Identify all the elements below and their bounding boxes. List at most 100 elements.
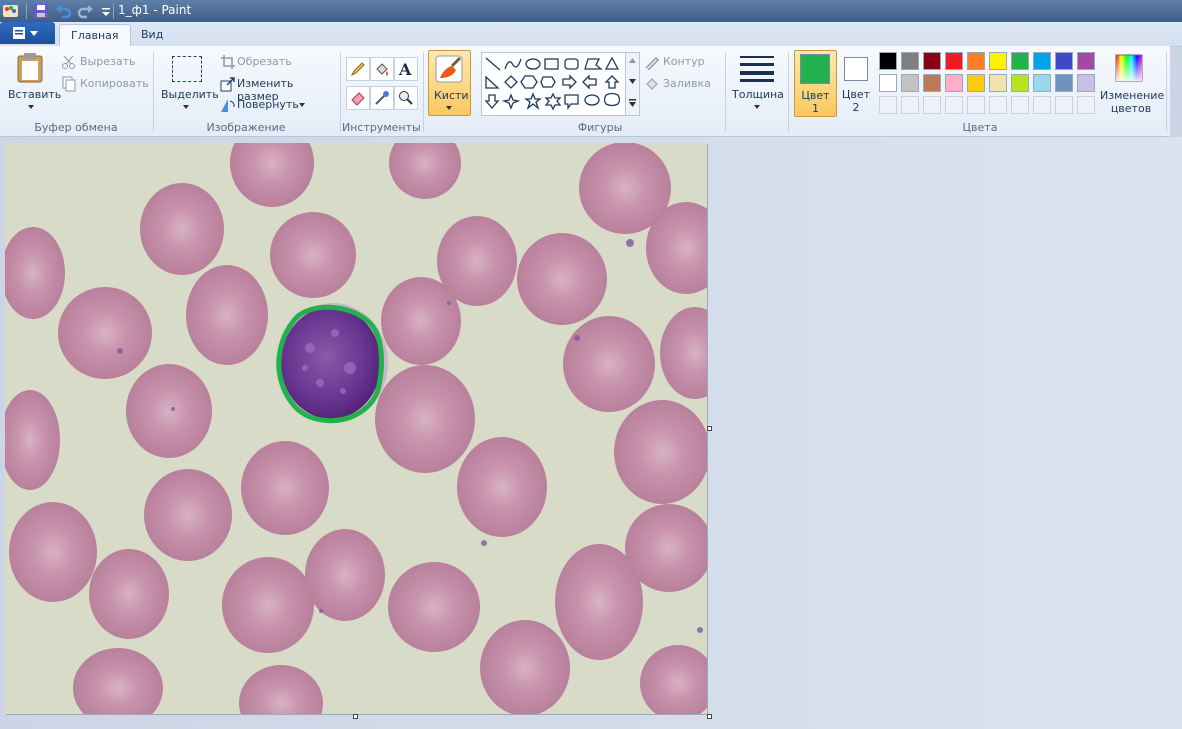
palette-empty-swatch[interactable] <box>989 96 1007 114</box>
resize-button[interactable]: Изменить размер <box>220 76 335 103</box>
palette-swatch[interactable] <box>1055 52 1073 70</box>
palette-empty-swatch[interactable] <box>1011 96 1029 114</box>
color-spectrum-icon <box>1115 54 1143 82</box>
window-title: 1_ф1 - Paint <box>118 3 192 17</box>
paste-label: Вставить <box>8 88 62 101</box>
undo-icon[interactable] <box>55 3 71 19</box>
outline-button[interactable]: Контур <box>644 54 720 70</box>
edit-colors-label: Изменение цветов <box>1100 89 1165 115</box>
shapes-icons <box>484 56 621 111</box>
palette-swatch[interactable] <box>879 74 897 92</box>
colors-group-label: Цвета <box>962 121 998 134</box>
copy-label: Копировать <box>80 77 149 90</box>
resize-handle-right[interactable] <box>707 426 712 431</box>
palette-swatch[interactable] <box>901 52 919 70</box>
group-separator <box>725 52 726 132</box>
palette-swatch[interactable] <box>989 74 1007 92</box>
drawing-canvas[interactable] <box>5 143 707 714</box>
paint-app-icon <box>3 5 18 17</box>
palette-swatch[interactable] <box>945 52 963 70</box>
palette-swatch[interactable] <box>1077 52 1095 70</box>
redo-icon[interactable] <box>78 3 94 19</box>
pencil-tool-button[interactable] <box>346 57 370 81</box>
text-tool-button[interactable]: A <box>394 57 418 81</box>
palette-swatch[interactable] <box>1011 74 1029 92</box>
color2-label: Цвет 2 <box>841 88 871 114</box>
palette-swatch[interactable] <box>1055 74 1073 92</box>
palette-empty-swatch[interactable] <box>1033 96 1051 114</box>
palette-swatch[interactable] <box>1077 74 1095 92</box>
eraser-tool-button[interactable] <box>346 86 370 110</box>
palette-empty-swatch[interactable] <box>923 96 941 114</box>
resize-handle-bottom[interactable] <box>353 714 358 719</box>
scroll-down-icon <box>629 79 636 84</box>
color1-button[interactable]: Цвет 1 <box>794 50 837 117</box>
clipboard-icon <box>17 53 43 83</box>
palette-swatch[interactable] <box>901 74 919 92</box>
palette-swatch[interactable] <box>879 52 897 70</box>
resize-handle-corner[interactable] <box>707 714 712 719</box>
palette-empty-swatch[interactable] <box>967 96 985 114</box>
rotate-button[interactable]: Повернуть <box>220 97 310 113</box>
color-picker-tool-button[interactable] <box>370 86 394 110</box>
copy-button[interactable]: Копировать <box>61 76 151 92</box>
fill-button[interactable]: Заливка <box>644 76 720 92</box>
palette-empty-swatch[interactable] <box>1077 96 1095 114</box>
palette-empty-swatch[interactable] <box>1055 96 1073 114</box>
palette-swatch[interactable] <box>923 52 941 70</box>
scroll-up-icon <box>629 58 636 63</box>
palette-swatch[interactable] <box>945 74 963 92</box>
group-separator <box>340 52 341 132</box>
palette-empty-swatch[interactable] <box>879 96 897 114</box>
shapes-gallery[interactable] <box>481 52 640 116</box>
magnifier-icon <box>399 91 413 105</box>
cut-button[interactable]: Вырезать <box>61 54 151 70</box>
ribbon-tab-row <box>0 22 1182 47</box>
group-separator <box>788 52 789 132</box>
color2-button[interactable]: Цвет 2 <box>838 50 874 115</box>
palette-swatch[interactable] <box>989 52 1007 70</box>
palette-empty-swatch[interactable] <box>945 96 963 114</box>
palette-empty-swatch[interactable] <box>901 96 919 114</box>
scissors-icon <box>62 55 75 69</box>
select-button[interactable]: Выделить <box>158 52 219 114</box>
file-menu-button[interactable] <box>0 22 55 44</box>
tab-home[interactable]: Главная <box>59 24 131 46</box>
palette-swatch[interactable] <box>1011 52 1029 70</box>
chevron-down-icon <box>754 105 760 109</box>
rotate-label: Повернуть <box>237 98 299 111</box>
crop-label: Обрезать <box>237 55 292 68</box>
color2-swatch <box>844 57 868 81</box>
blood-smear-image <box>5 143 707 714</box>
fill-bucket-icon <box>646 78 658 90</box>
paste-button[interactable]: Вставить <box>8 52 61 114</box>
rotate-icon <box>221 99 235 112</box>
pencil-icon <box>350 62 365 77</box>
fill-tool-button[interactable] <box>370 57 394 81</box>
expand-gallery-icon <box>629 99 636 107</box>
eraser-icon <box>351 92 365 106</box>
svg-text:A: A <box>398 60 412 78</box>
palette-swatch[interactable] <box>967 74 985 92</box>
color-palette <box>879 52 1099 114</box>
save-icon[interactable] <box>33 3 49 19</box>
outline-label: Контур <box>663 55 705 68</box>
palette-swatch[interactable] <box>1033 74 1051 92</box>
shapes-scrollbar[interactable] <box>625 53 639 115</box>
magnifier-tool-button[interactable] <box>394 86 418 110</box>
palette-swatch[interactable] <box>967 52 985 70</box>
group-separator <box>153 52 154 132</box>
customize-quick-access-icon[interactable] <box>98 3 114 19</box>
palette-swatch[interactable] <box>923 74 941 92</box>
tab-view[interactable]: Вид <box>130 24 174 45</box>
image-group-label: Изображение <box>206 121 286 134</box>
size-button[interactable]: Толщина <box>730 52 784 114</box>
color-picker-icon <box>375 91 389 105</box>
chevron-down-icon <box>28 105 34 109</box>
palette-swatch[interactable] <box>1033 52 1051 70</box>
brushes-button[interactable]: Кисти <box>428 50 471 116</box>
crop-button[interactable]: Обрезать <box>220 54 330 70</box>
edit-colors-button[interactable]: Изменение цветов <box>1100 52 1165 115</box>
group-separator <box>1166 52 1167 132</box>
shapes-group-label: Фигуры <box>577 121 623 134</box>
